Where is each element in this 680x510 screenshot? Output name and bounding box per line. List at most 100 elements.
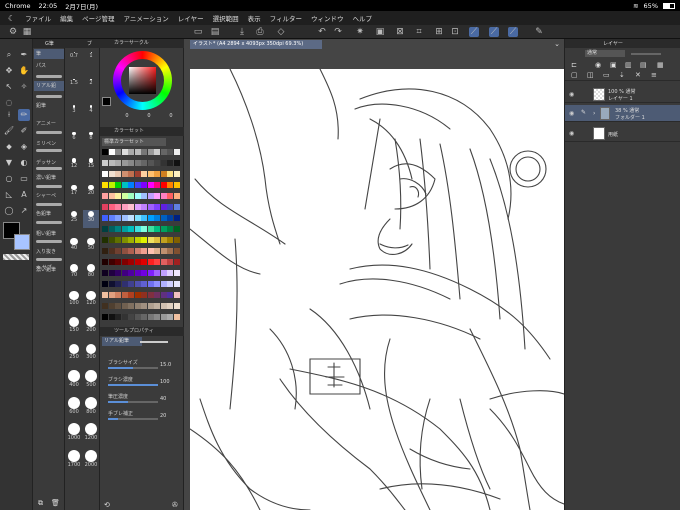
color-swatch[interactable] — [108, 160, 115, 166]
new-icon[interactable]: ▭ — [193, 27, 203, 37]
ruler-snap-icon[interactable]: ⟋ — [469, 27, 479, 37]
gear-icon[interactable]: ✲ — [36, 265, 40, 271]
grid-icon[interactable]: ▦ — [22, 27, 32, 37]
color-swatch[interactable] — [154, 193, 160, 199]
color-swatch[interactable] — [108, 171, 115, 177]
text-icon[interactable]: A — [18, 189, 30, 201]
color-swatch[interactable] — [154, 182, 160, 188]
color-swatch[interactable] — [147, 292, 154, 298]
blend-icon[interactable]: ◈ — [18, 141, 30, 153]
figure-icon[interactable]: ○ — [3, 173, 15, 185]
color-swatch[interactable] — [108, 149, 115, 155]
brush-size-cell[interactable]: 800 — [83, 396, 99, 415]
color-swatch[interactable] — [102, 182, 108, 188]
color-swatch[interactable] — [108, 270, 115, 276]
color-swatch[interactable] — [167, 149, 173, 155]
brush-size-cell[interactable]: 8 — [83, 131, 99, 149]
color-swatch[interactable] — [160, 248, 167, 254]
brush-size-cell[interactable]: 0.7 — [66, 51, 82, 69]
color-swatch[interactable] — [108, 281, 115, 287]
brush-icon[interactable]: 🖌 — [3, 125, 15, 137]
wand-icon[interactable]: ✧ — [18, 81, 30, 93]
color-swatch[interactable] — [167, 160, 173, 166]
color-swatch[interactable] — [115, 259, 121, 265]
color-swatch[interactable] — [121, 292, 128, 298]
color-swatch[interactable] — [115, 215, 121, 221]
color-swatch[interactable] — [108, 204, 115, 210]
reset-icon[interactable]: ⟲ — [104, 501, 110, 509]
fill-bucket-icon[interactable]: ▼ — [3, 157, 15, 169]
color-swatch[interactable] — [121, 259, 128, 265]
redo-icon[interactable]: ↷ — [333, 27, 343, 37]
color-swatch[interactable] — [128, 160, 134, 166]
ruler-icon[interactable]: ◺ — [3, 189, 15, 201]
brush-size-cell[interactable]: 300 — [83, 343, 99, 361]
brush-size-cell[interactable]: 15 — [83, 157, 99, 175]
color-swatch[interactable] — [115, 292, 121, 298]
color-swatch[interactable] — [121, 281, 128, 287]
color-swatch[interactable] — [173, 281, 180, 287]
layer-row[interactable]: ◉ 100 % 通常 レイヤー 1 — [565, 86, 680, 103]
color-swatch[interactable] — [154, 281, 160, 287]
lock-alpha-icon[interactable]: ▥ — [625, 61, 632, 69]
color-swatch[interactable] — [147, 182, 154, 188]
operation-icon[interactable]: ↖ — [3, 81, 15, 93]
color-swatch[interactable] — [108, 226, 115, 232]
color-swatch[interactable] — [102, 226, 108, 232]
color-swatch[interactable] — [173, 204, 180, 210]
color-swatch[interactable] — [115, 149, 121, 155]
color-swatch[interactable] — [102, 215, 108, 221]
color-swatch[interactable] — [167, 314, 173, 320]
color-swatch[interactable] — [102, 160, 108, 166]
color-swatch[interactable] — [167, 259, 173, 265]
color-swatch[interactable] — [167, 215, 173, 221]
color-swatch[interactable] — [160, 182, 167, 188]
color-swatch[interactable] — [154, 248, 160, 254]
color-swatch[interactable] — [147, 149, 154, 155]
color-swatch[interactable] — [134, 248, 141, 254]
color-swatch[interactable] — [134, 193, 141, 199]
back-app-label[interactable]: Chrome — [5, 2, 31, 10]
color-swatch[interactable] — [141, 281, 147, 287]
new-raster-icon[interactable]: ▢ — [571, 71, 578, 79]
color-swatch[interactable] — [173, 149, 180, 155]
brush-size-cell[interactable]: 1700 — [66, 449, 82, 468]
subtool-item[interactable]: ミリペン — [34, 139, 64, 149]
pen-icon[interactable]: ✒ — [18, 49, 30, 61]
color-swatch[interactable] — [154, 160, 160, 166]
subtool-item[interactable]: 粗い鉛筆 — [34, 229, 64, 239]
subtool-item[interactable]: シャーペ — [34, 191, 64, 201]
brush-size-cell[interactable]: 80 — [83, 263, 99, 281]
crop-icon[interactable]: ⌗ — [414, 27, 424, 37]
edit-icon[interactable]: ✎ — [534, 27, 544, 37]
saturation-value-box[interactable] — [129, 67, 156, 94]
color-swatch[interactable] — [160, 204, 167, 210]
color-swatch[interactable] — [167, 303, 173, 309]
color-swatch[interactable] — [134, 237, 141, 243]
color-swatch[interactable] — [108, 248, 115, 254]
pencil-icon[interactable]: ✏ — [18, 109, 30, 121]
color-swatch[interactable] — [167, 182, 173, 188]
color-swatch[interactable] — [128, 281, 134, 287]
color-swatch[interactable] — [173, 226, 180, 232]
color-swatch[interactable] — [160, 303, 167, 309]
subtool-item[interactable]: 濃い鉛筆 — [34, 173, 64, 183]
color-swatch[interactable] — [128, 314, 134, 320]
brush-size-cell[interactable]: 50 — [83, 237, 99, 255]
color-swatch[interactable] — [134, 182, 141, 188]
brush-size-cell[interactable]: 40 — [66, 237, 82, 255]
color-swatch[interactable] — [115, 171, 121, 177]
transform-icon[interactable]: ⊞ — [434, 27, 444, 37]
zoom-icon[interactable]: ⌕ — [3, 49, 15, 61]
color-swatch[interactable] — [128, 193, 134, 199]
color-swatch[interactable] — [173, 270, 180, 276]
color-swatch[interactable] — [115, 204, 121, 210]
new-vector-icon[interactable]: ◫ — [587, 71, 594, 79]
color-swatch[interactable] — [128, 182, 134, 188]
color-swatch[interactable] — [102, 193, 108, 199]
color-swatch[interactable] — [121, 270, 128, 276]
menu-animation[interactable]: アニメーション — [124, 13, 169, 23]
color-swatch[interactable] — [141, 149, 147, 155]
color-swatch[interactable] — [115, 182, 121, 188]
color-set-select[interactable]: 標準カラーセット — [102, 138, 166, 146]
